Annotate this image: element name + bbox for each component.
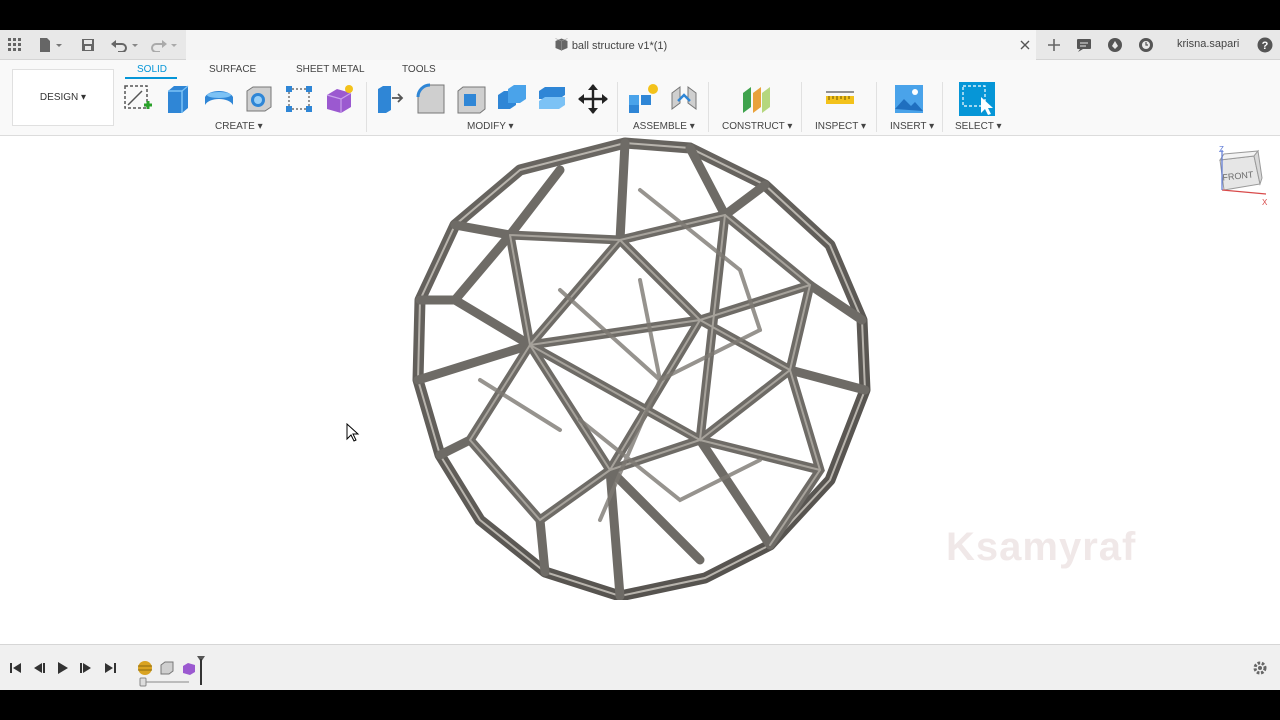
history-clock-icon[interactable] [1137, 36, 1155, 54]
step-back-icon[interactable] [31, 660, 47, 676]
view-cube-axis-z: Z [1219, 145, 1224, 154]
data-panel-grid-icon[interactable] [6, 36, 24, 54]
ribbon-separator [366, 82, 367, 132]
toolbar-ribbon: DESIGN ▾ SOLID SURFACE SHEET METAL TOOLS… [0, 60, 1280, 136]
ribbon-separator [876, 82, 877, 132]
view-cube-axis-x: X [1262, 198, 1268, 207]
tab-surface[interactable]: SURFACE [209, 64, 256, 75]
offset-face-icon[interactable] [536, 83, 568, 115]
play-icon[interactable] [55, 660, 71, 676]
document-title: ball structure v1*(1) [186, 38, 1036, 52]
ribbon-separator [942, 82, 943, 132]
close-tab-icon[interactable] [1016, 36, 1034, 54]
create-menu[interactable]: CREATE ▾ [215, 121, 263, 132]
watermark: Ksamyraf [946, 525, 1137, 569]
revolve-icon[interactable] [203, 83, 235, 115]
redo-icon[interactable] [150, 36, 180, 54]
select-menu[interactable]: SELECT ▾ [955, 121, 1002, 132]
new-tab-plus-icon[interactable] [1043, 36, 1065, 54]
fillet-icon[interactable] [415, 83, 447, 115]
shell-icon[interactable] [455, 83, 487, 115]
notifications-icon[interactable] [1075, 36, 1093, 54]
save-icon[interactable] [79, 36, 97, 54]
measure-icon[interactable] [824, 83, 856, 115]
timeline-bar [0, 644, 1280, 690]
extrude-icon[interactable] [162, 83, 194, 115]
inspect-menu[interactable]: INSPECT ▾ [815, 121, 866, 132]
offset-plane-icon[interactable] [740, 83, 772, 115]
title-bar: ball structure v1*(1) krisna.sapari ? [0, 30, 1280, 60]
file-menu-icon[interactable] [37, 36, 65, 54]
pattern-icon[interactable] [283, 83, 315, 115]
form-icon[interactable] [323, 83, 355, 115]
insert-menu[interactable]: INSERT ▾ [890, 121, 934, 132]
tab-tools[interactable]: TOOLS [402, 64, 436, 75]
insert-image-icon[interactable] [893, 83, 925, 115]
construct-menu[interactable]: CONSTRUCT ▾ [722, 121, 792, 132]
ribbon-separator [617, 82, 618, 132]
active-tab-underline [125, 77, 177, 79]
ribbon-separator [801, 82, 802, 132]
design-canvas[interactable]: FRONT Z X Ksamyraf [0, 136, 1280, 644]
user-account-name[interactable]: krisna.sapari [1177, 38, 1239, 50]
tab-solid[interactable]: SOLID [137, 64, 167, 75]
new-component-icon[interactable] [627, 83, 659, 115]
select-icon[interactable] [958, 81, 996, 117]
skip-to-start-icon[interactable] [8, 660, 24, 676]
mouse-cursor-icon [346, 423, 360, 442]
press-pull-icon[interactable] [374, 83, 406, 115]
tab-sheet-metal[interactable]: SHEET METAL [296, 64, 365, 75]
undo-icon[interactable] [110, 36, 140, 54]
workspace-switcher[interactable]: DESIGN ▾ [12, 69, 114, 126]
move-icon[interactable] [577, 83, 609, 115]
letterbox-top [0, 0, 1280, 30]
letterbox-bottom [0, 690, 1280, 720]
ball-structure-model[interactable] [405, 136, 875, 600]
step-forward-icon[interactable] [78, 660, 94, 676]
document-tab[interactable]: ball structure v1*(1) [186, 30, 1036, 60]
timeline-marker[interactable] [137, 653, 207, 687]
combine-icon[interactable] [496, 83, 528, 115]
modify-menu[interactable]: MODIFY ▾ [467, 121, 514, 132]
svg-text:?: ? [1262, 40, 1269, 52]
create-sketch-icon[interactable] [122, 83, 154, 115]
component-icon [555, 38, 568, 51]
assemble-menu[interactable]: ASSEMBLE ▾ [633, 121, 695, 132]
ribbon-separator [708, 82, 709, 132]
view-cube[interactable]: FRONT Z X [1208, 142, 1268, 208]
timeline-settings-gear-icon[interactable] [1252, 660, 1268, 676]
joint-icon[interactable] [668, 83, 700, 115]
help-icon[interactable]: ? [1256, 36, 1274, 54]
job-status-icon[interactable] [1106, 36, 1124, 54]
hole-icon[interactable] [243, 83, 275, 115]
skip-to-end-icon[interactable] [102, 660, 118, 676]
